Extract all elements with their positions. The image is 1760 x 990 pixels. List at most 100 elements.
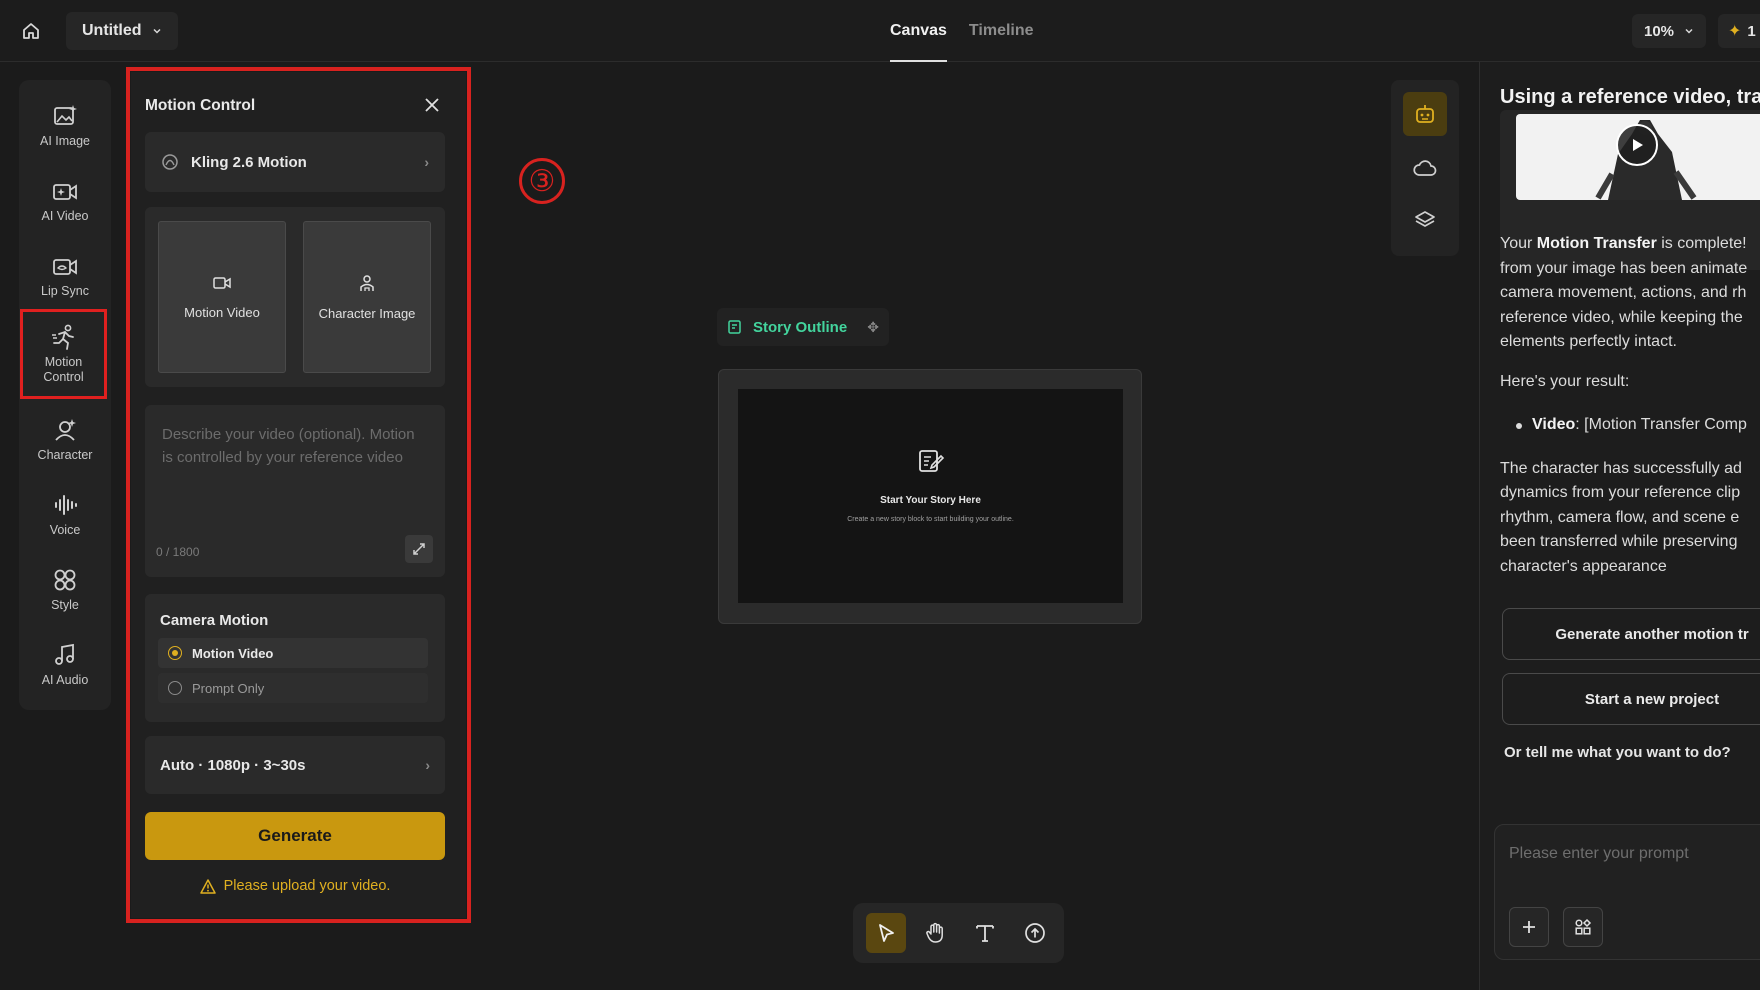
close-button[interactable] xyxy=(421,94,443,116)
character-icon xyxy=(51,416,79,444)
video-sparkle-icon xyxy=(51,177,79,205)
tool-lip-sync[interactable]: Lip Sync xyxy=(19,238,111,313)
generate-button[interactable]: Generate xyxy=(145,812,445,860)
generation-settings[interactable]: Auto · 1080p · 3~30s › xyxy=(145,736,445,794)
app-root: Untitled Canvas Timeline 10% ✦ 1 AI Imag… xyxy=(0,0,1760,990)
project-title-dropdown[interactable]: Untitled xyxy=(66,12,178,50)
tool-label: Character xyxy=(37,448,93,462)
tool-ai-video[interactable]: AI Video xyxy=(19,163,111,238)
zoom-dropdown[interactable]: 10% xyxy=(1632,14,1707,48)
chat-text: dynamics from your reference clip xyxy=(1500,484,1741,501)
cursor-arrow-icon xyxy=(879,924,894,942)
tab-canvas[interactable]: Canvas xyxy=(890,0,947,62)
waveform-icon xyxy=(51,491,79,519)
chat-text: camera movement, actions, and rh xyxy=(1500,284,1747,301)
video-camera-icon xyxy=(213,276,231,289)
assistant-chat-panel: Using a reference video, tra Your Motion… xyxy=(1479,62,1760,990)
story-outline-title: Story Outline xyxy=(753,318,848,336)
upload-character-image[interactable]: Character Image xyxy=(303,221,431,373)
home-button[interactable] xyxy=(16,16,46,46)
warning-text: Please upload your video. xyxy=(223,878,391,894)
chat-bold-text: Motion Transfer xyxy=(1536,235,1657,252)
chat-heading: Using a reference video, tra xyxy=(1500,86,1760,108)
cloud-icon xyxy=(1413,160,1437,176)
layers-button[interactable] xyxy=(1403,198,1447,242)
upload-tool[interactable] xyxy=(1015,913,1055,953)
project-title: Untitled xyxy=(82,22,142,39)
tool-ai-audio[interactable]: AI Audio xyxy=(19,627,111,702)
move-icon[interactable]: ✥ xyxy=(867,319,879,336)
story-outline-card[interactable]: Start Your Story Here Create a new story… xyxy=(718,369,1142,624)
settings-summary: Auto · 1080p · 3~30s xyxy=(160,756,306,774)
tool-voice[interactable]: Voice xyxy=(19,477,111,552)
camera-option-prompt-only[interactable]: Prompt Only xyxy=(158,673,428,703)
chevron-down-icon xyxy=(153,28,161,34)
chat-text: rhythm, camera flow, and scene e xyxy=(1500,508,1740,526)
tool-label: AI Video xyxy=(41,209,89,223)
model-logo-icon xyxy=(162,154,178,170)
expand-button[interactable] xyxy=(405,535,433,563)
hand-tool[interactable] xyxy=(915,913,955,953)
story-outline-label[interactable]: Story Outline ✥ xyxy=(717,308,889,346)
chat-paragraph: The character has successfully ad dynami… xyxy=(1500,457,1760,580)
warning-icon xyxy=(199,878,216,894)
tool-style[interactable]: Style xyxy=(19,552,111,627)
tools-button[interactable] xyxy=(1563,907,1603,947)
story-outline-body: Start Your Story Here Create a new story… xyxy=(738,389,1123,603)
credits-count: 1 xyxy=(1747,22,1756,40)
upload-motion-video[interactable]: Motion Video xyxy=(158,221,286,373)
camera-motion-title: Camera Motion xyxy=(160,612,269,629)
robot-icon xyxy=(1416,105,1434,123)
chat-paragraph: Your Motion Transfer is complete! from y… xyxy=(1500,232,1760,355)
chat-text: Your xyxy=(1500,235,1537,252)
tool-motion-control[interactable]: Motion Control xyxy=(20,309,107,399)
assistant-button[interactable] xyxy=(1403,92,1447,136)
zoom-level: 10% xyxy=(1644,22,1675,40)
generate-another-button[interactable]: Generate another motion tr xyxy=(1502,608,1760,660)
prompt-textarea[interactable]: Describe your video (optional). Motion i… xyxy=(145,405,445,577)
home-icon xyxy=(23,23,39,39)
camera-motion-section: Camera Motion Motion Video Prompt Only xyxy=(145,594,445,722)
chat-prompt-input[interactable] xyxy=(1509,839,1760,869)
chat-paragraph: Here's your result: xyxy=(1500,372,1630,390)
new-project-button[interactable]: Start a new project xyxy=(1502,673,1760,725)
chat-text: character's appearance xyxy=(1500,557,1667,575)
cloud-button[interactable] xyxy=(1403,146,1447,190)
chevron-right-icon: › xyxy=(425,757,430,773)
tab-timeline[interactable]: Timeline xyxy=(969,0,1034,62)
play-button[interactable] xyxy=(1616,124,1658,166)
result-thumbnail[interactable] xyxy=(1516,114,1760,200)
text-tool[interactable] xyxy=(965,913,1005,953)
credits-button[interactable]: ✦ 1 xyxy=(1718,14,1760,48)
style-grid-icon xyxy=(51,566,79,594)
image-sparkle-icon xyxy=(51,102,79,130)
view-tabs: Canvas Timeline xyxy=(890,0,1034,62)
tool-ai-image[interactable]: AI Image xyxy=(19,88,111,163)
layers-icon xyxy=(1415,211,1435,227)
chat-question: Or tell me what you want to do? xyxy=(1504,744,1731,761)
chat-text: been transferred while preserving xyxy=(1500,533,1738,550)
upload-warning: Please upload your video. xyxy=(145,878,445,894)
tool-character[interactable]: Character xyxy=(19,402,111,477)
panel-title: Motion Control xyxy=(145,97,256,114)
person-icon xyxy=(360,274,374,291)
upload-area: Motion Video Character Image xyxy=(145,207,445,387)
tool-label: Voice xyxy=(49,523,81,537)
apps-icon xyxy=(1575,918,1592,935)
camera-option-motion-video[interactable]: Motion Video xyxy=(158,638,428,668)
tool-label: AI Audio xyxy=(41,673,89,687)
upload-arrow-icon xyxy=(1025,923,1045,943)
play-icon xyxy=(1633,139,1643,151)
chat-bold-text: Video xyxy=(1532,416,1576,433)
select-tool[interactable] xyxy=(866,913,906,953)
model-selector[interactable]: Kling 2.6 Motion › xyxy=(145,132,445,192)
story-heading: Start Your Story Here xyxy=(880,495,981,506)
chevron-right-icon: › xyxy=(424,154,429,170)
attach-button[interactable] xyxy=(1509,907,1549,947)
chat-result-list: Video: [Motion Transfer Comp xyxy=(1514,413,1760,438)
step-marker: ③ xyxy=(519,158,565,204)
radio-selected-icon xyxy=(168,646,182,660)
motion-control-panel: Motion Control Kling 2.6 Motion › Motion… xyxy=(131,72,466,918)
prompt-placeholder: Describe your video (optional). Motion i… xyxy=(162,426,415,466)
tool-label: Motion Control xyxy=(43,355,84,384)
